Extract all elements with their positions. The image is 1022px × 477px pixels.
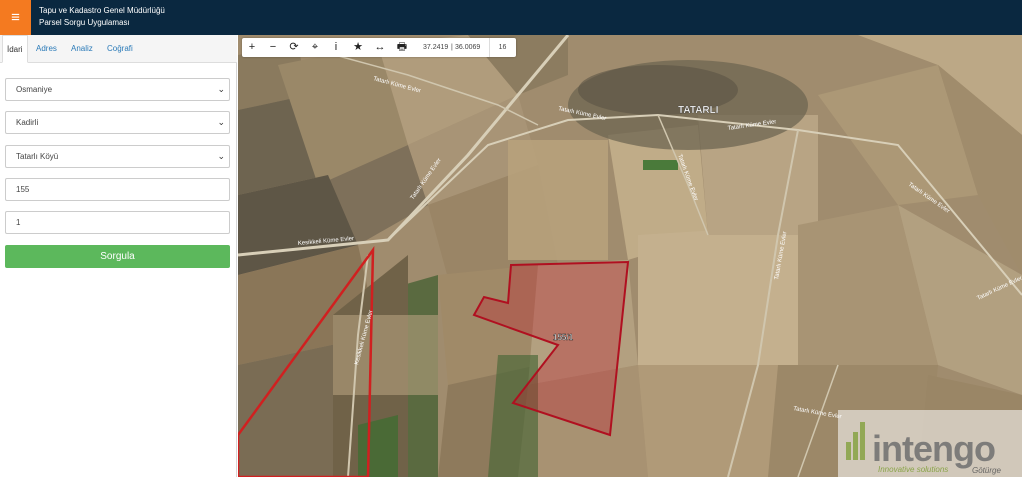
il-select[interactable]: Osmaniye ⌄ [5,78,230,101]
chevron-down-icon: ⌄ [217,84,225,94]
parsel-input-value: 1 [16,218,21,227]
field [508,140,608,260]
ada-input[interactable]: 155 [5,178,230,201]
tab-idari[interactable]: İdari [2,35,28,63]
map-toolbar: + − ⟳ ⌖ i ★ ↔ 🖶 37.2419 | 36.0069 16 [242,38,516,57]
mahalle-select[interactable]: Tatarlı Köyü ⌄ [5,145,230,168]
app-subtitle: Parsel Sorgu Uygulaması [39,18,130,27]
tab-bar: İdari Adres Analiz Coğrafi [0,35,237,63]
print-icon[interactable]: 🖶 [392,38,412,57]
field [643,160,678,170]
village-label: TATARLI [678,105,719,116]
parcel-label: 155/1 [553,333,574,342]
latitude-readout: 37.2419 [423,44,449,51]
sorgula-button[interactable]: Sorgula [5,245,230,268]
menu-icon: ≡ [11,9,20,26]
zoom-level-readout: 16 [489,38,515,57]
il-select-value: Osmaniye [16,85,53,94]
chevron-down-icon: ⌄ [217,117,225,127]
longitude-readout: 36.0069 [455,44,481,51]
brand-logo-icon [846,422,865,460]
field [358,415,398,477]
refresh-icon[interactable]: ⟳ [284,38,304,57]
info-icon[interactable]: i [326,38,346,57]
brand-tagline-secondary: Götürge [972,466,1001,475]
sidebar: İdari Adres Analiz Coğrafi Osmaniye ⌄ Ka… [0,35,237,477]
hamburger-menu-button[interactable]: ≡ [0,0,31,35]
favorite-star-icon[interactable]: ★ [348,38,368,57]
field [333,315,438,395]
locate-icon[interactable]: ⌖ [305,38,325,57]
coord-separator: | [451,44,453,51]
field [638,225,798,365]
ada-input-value: 155 [16,185,30,194]
parsel-input[interactable]: 1 [5,211,230,234]
zoom-in-button[interactable]: + [242,38,262,57]
app-header: ≡ Tapu ve Kadastro Genel Müdürlüğü Parse… [0,0,1022,35]
zoom-out-button[interactable]: − [263,38,283,57]
chevron-down-icon: ⌄ [217,151,225,161]
brand-watermark: intengo [872,428,996,469]
measure-icon[interactable]: ↔ [370,38,390,57]
ilce-select[interactable]: Kadirli ⌄ [5,111,230,134]
app-title: Tapu ve Kadastro Genel Müdürlüğü [39,6,165,15]
tab-cografi[interactable]: Coğrafi [107,35,133,63]
ilce-select-value: Kadirli [16,118,39,127]
tab-adres[interactable]: Adres [36,35,57,63]
mahalle-select-value: Tatarlı Köyü [16,152,59,161]
tab-analiz[interactable]: Analiz [71,35,93,63]
brand-tagline: Innovative solutions [878,465,949,474]
